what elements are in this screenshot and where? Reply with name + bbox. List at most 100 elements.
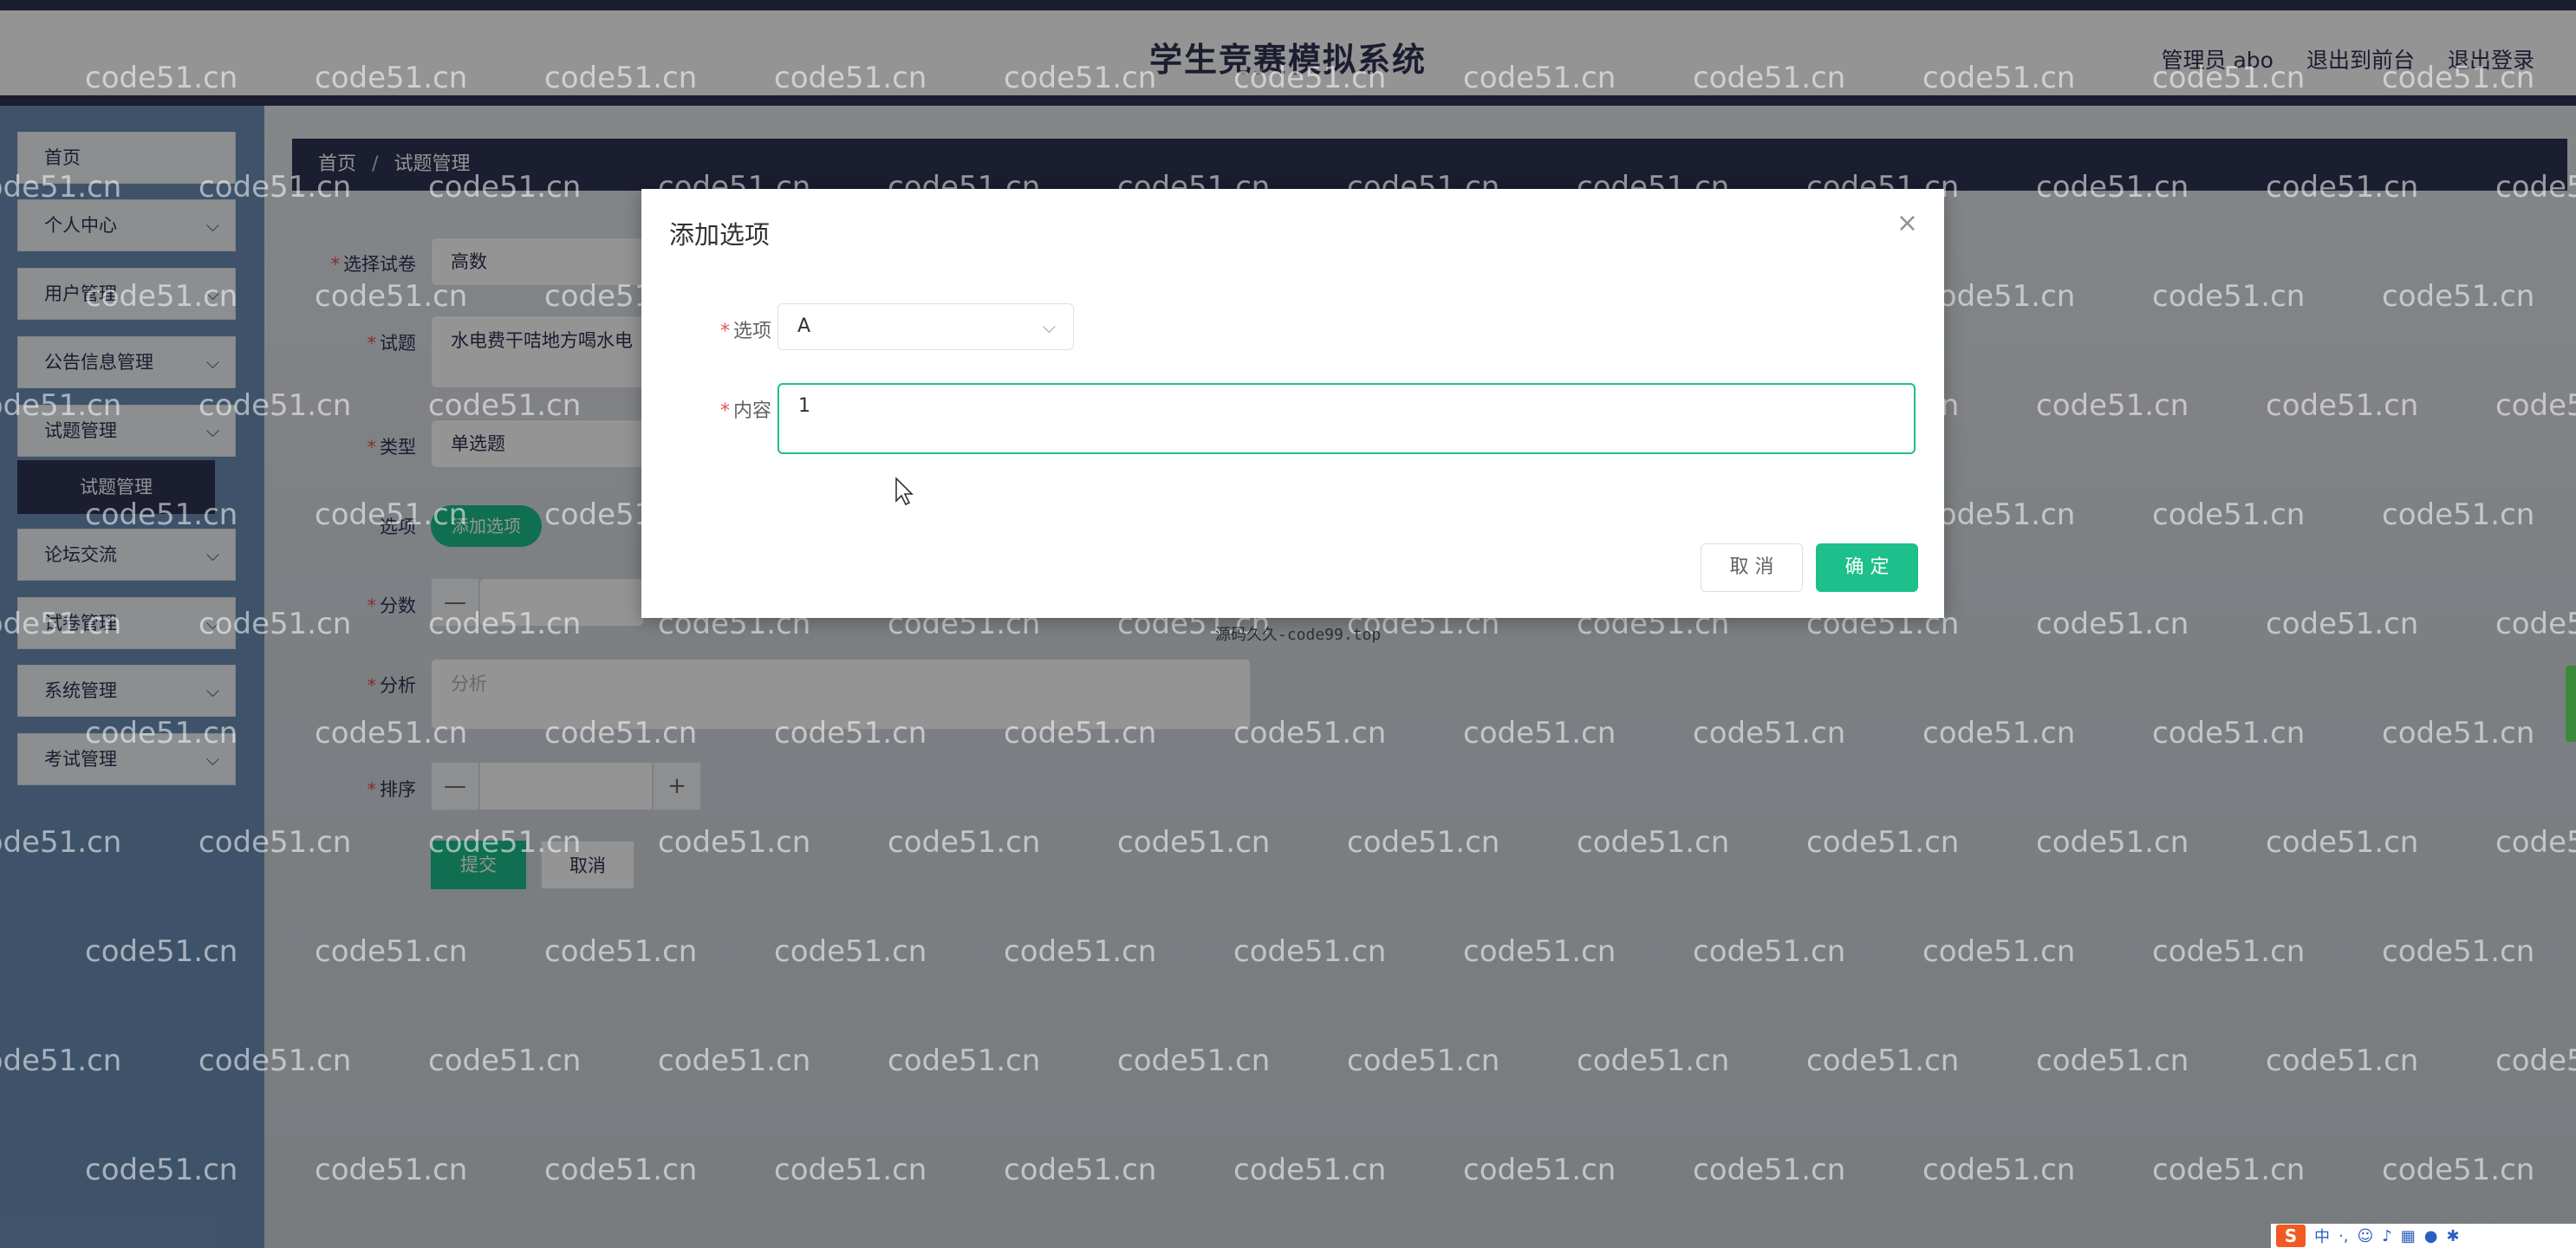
watermark-text: code51.cn	[2266, 388, 2419, 423]
add-option-dialog: 添加选项 × * 选项 A ⌵ * 内容 1 取 消 确 定	[641, 189, 1944, 618]
watermark-text: code51.cn	[2495, 170, 2576, 205]
watermark-text: code51.cn	[2382, 934, 2535, 969]
skin-icon[interactable]: ●	[2424, 1227, 2438, 1245]
watermark-text: code51.cn	[1004, 716, 1157, 751]
watermark-text: code51.cn	[1693, 716, 1846, 751]
watermark-text: code51.cn	[1806, 825, 1960, 860]
watermark-text: code51.cn	[85, 61, 238, 95]
watermark-text: code51.cn	[315, 61, 468, 95]
watermark-text: code51.cn	[2152, 934, 2306, 969]
watermark-text: code51.cn	[2495, 388, 2576, 423]
watermark-text: code51.cn	[2382, 1153, 2535, 1187]
watermark-text: code51.cn	[658, 1043, 811, 1078]
watermark-text: code51.cn	[1693, 934, 1846, 969]
watermark-text: code51.cn	[85, 716, 238, 751]
chevron-down-icon: ⌵	[1042, 316, 1056, 337]
watermark-text: code51.cn	[2152, 497, 2306, 532]
watermark-text: code51.cn	[544, 1153, 698, 1187]
watermark-text: code51.cn	[2382, 61, 2535, 95]
mic-icon[interactable]: ♪	[2382, 1227, 2392, 1245]
watermark-text: code51.cn	[1233, 934, 1387, 969]
watermark-text: code51.cn	[198, 825, 352, 860]
watermark-text: code51.cn	[85, 1153, 238, 1187]
scrollbar-thumb[interactable]	[2566, 666, 2576, 742]
system-tray: S 中 ·, ☺ ♪ ▦ ● ✱	[2271, 1224, 2576, 1248]
watermark-text: code51.cn	[1004, 934, 1157, 969]
dialog-title: 添加选项	[669, 220, 771, 250]
settings-icon[interactable]: ✱	[2446, 1227, 2459, 1245]
sogou-ime-icon[interactable]: S	[2276, 1225, 2306, 1247]
punctuation-icon[interactable]: ·,	[2339, 1227, 2348, 1245]
watermark-text: code51.cn	[1233, 1153, 1387, 1187]
watermark-text: code51.cn	[888, 1043, 1041, 1078]
required-mark: *	[719, 400, 730, 422]
watermark-text: code51.cn	[198, 607, 352, 641]
watermark-text: code51.cn	[2382, 497, 2535, 532]
label-text: 内容	[732, 400, 771, 422]
dialog-label-option: * 选项	[641, 315, 771, 343]
watermark-text: code51.cn	[315, 497, 468, 532]
watermark-text: code51.cn	[2036, 607, 2189, 641]
watermark-text: code51.cn	[2495, 607, 2576, 641]
ime-language-icon[interactable]: 中	[2314, 1225, 2330, 1247]
watermark-text: code51.cn	[2382, 716, 2535, 751]
watermark-text: code51.cn	[1347, 825, 1500, 860]
watermark-text: code51.cn	[0, 170, 122, 205]
watermark-text: code51.cn	[774, 1153, 927, 1187]
watermark-text: code51.cn	[2152, 279, 2306, 314]
watermark-text: code51.cn	[85, 497, 238, 532]
watermark-text: code51.cn	[2266, 1043, 2419, 1078]
emoji-icon[interactable]: ☺	[2357, 1227, 2373, 1245]
watermark-text: code51.cn	[85, 934, 238, 969]
watermark-text: code51.cn	[1004, 1153, 1157, 1187]
watermark-text: code51.cn	[1463, 934, 1617, 969]
option-select[interactable]: A ⌵	[777, 303, 1074, 350]
watermark-text: code51.cn	[2152, 1153, 2306, 1187]
watermark-text: code51.cn	[0, 1043, 122, 1078]
watermark-text: code51.cn	[1347, 1043, 1500, 1078]
close-icon[interactable]: ×	[1896, 208, 1918, 238]
watermark-text: code51.cn	[428, 170, 582, 205]
watermark-text: code51.cn	[0, 388, 122, 423]
watermark-text: code51.cn	[2152, 61, 2306, 95]
watermark-text: code51.cn	[2036, 1043, 2189, 1078]
watermark-text: code51.cn	[1117, 1043, 1271, 1078]
watermark-text: code51.cn	[2036, 170, 2189, 205]
watermark-text: code51.cn	[774, 716, 927, 751]
watermark-text: code51.cn	[428, 1043, 582, 1078]
dialog-cancel-button[interactable]: 取 消	[1701, 543, 1803, 592]
watermark-text: code51.cn	[1922, 716, 2076, 751]
dialog-label-content: * 内容	[641, 395, 771, 423]
watermark-text: code51.cn	[2266, 607, 2419, 641]
watermark-text: code51.cn	[1577, 1043, 1730, 1078]
watermark-text: code51.cn	[774, 61, 927, 95]
content-textarea[interactable]: 1	[777, 383, 1916, 454]
watermark-text: code51.cn	[1693, 61, 1846, 95]
watermark-text: code51.cn	[1463, 716, 1617, 751]
watermark-text: code51.cn	[1463, 1153, 1617, 1187]
keyboard-icon[interactable]: ▦	[2401, 1227, 2416, 1245]
watermark-text: code51.cn	[198, 170, 352, 205]
watermark-text: code51.cn	[1117, 825, 1271, 860]
watermark-text: code51.cn	[1922, 279, 2076, 314]
watermark-text: code51.cn	[315, 716, 468, 751]
watermark-text: code51.cn	[315, 1153, 468, 1187]
dialog-confirm-button[interactable]: 确 定	[1816, 543, 1918, 592]
watermark-text: code51.cn	[544, 61, 698, 95]
watermark-text: code51.cn	[198, 388, 352, 423]
watermark-text: code51.cn	[1233, 716, 1387, 751]
watermark-text: code51.cn	[85, 279, 238, 314]
watermark-text: code51.cn	[1004, 61, 1157, 95]
watermark-text: code51.cn	[658, 825, 811, 860]
label-text: 选项	[732, 321, 771, 342]
watermark-text: code51.cn	[544, 934, 698, 969]
watermark-text: code51.cn	[1922, 934, 2076, 969]
center-watermark: 源码久久-code99.top	[1215, 626, 1382, 644]
watermark-text: code51.cn	[774, 934, 927, 969]
watermark-text: code51.cn	[428, 388, 582, 423]
watermark-text: code51.cn	[888, 825, 1041, 860]
watermark-text: code51.cn	[2495, 1043, 2576, 1078]
mouse-cursor-icon	[895, 477, 914, 506]
watermark-text: code51.cn	[1806, 1043, 1960, 1078]
watermark-text: code51.cn	[2036, 388, 2189, 423]
